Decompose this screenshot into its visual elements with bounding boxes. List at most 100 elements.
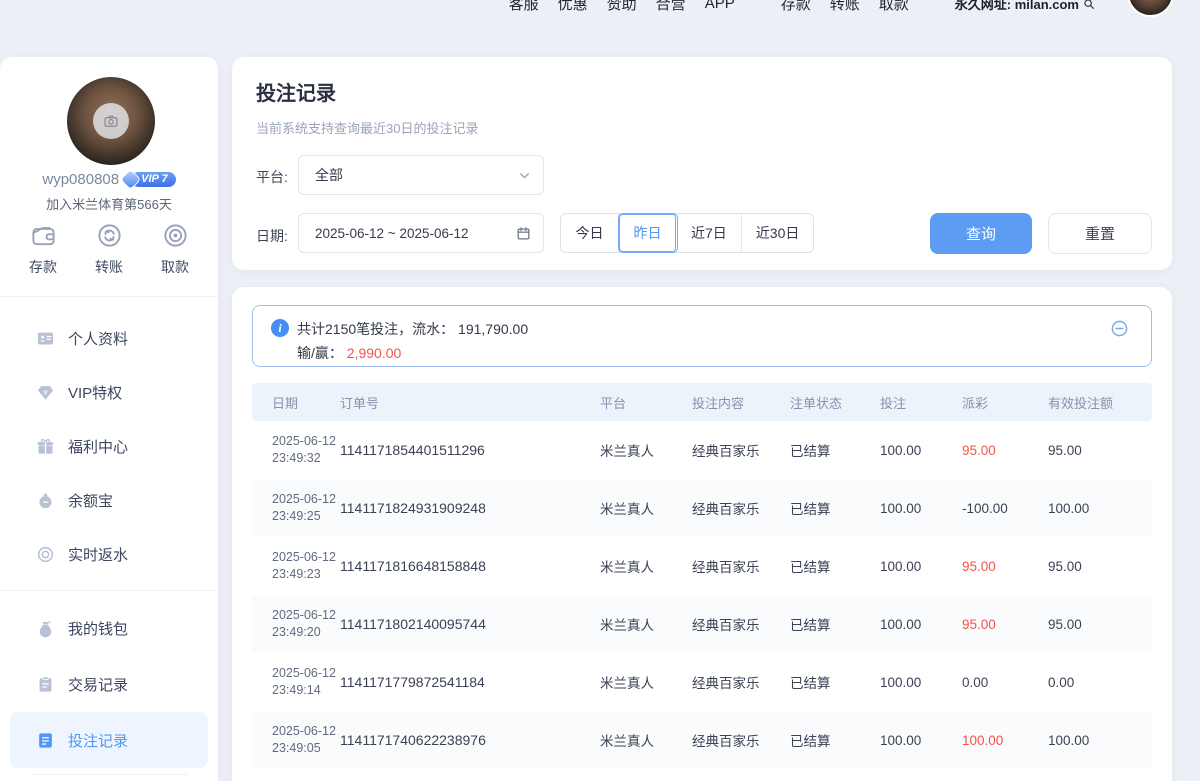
bet-status: 已结算 bbox=[790, 672, 880, 692]
sidebar-item-label: 实时返水 bbox=[68, 544, 128, 565]
summary-bar: i 共计2150笔投注，流水： 191,790.00 输/赢： 2,990.00 bbox=[252, 305, 1152, 367]
col-bet: 投注 bbox=[880, 393, 962, 412]
bet-status: 已结算 bbox=[790, 614, 880, 634]
order-number: 1141171824931909248 bbox=[340, 500, 600, 516]
order-number: 1141171854401511296 bbox=[340, 442, 600, 458]
range-yesterday-button[interactable]: 昨日 bbox=[619, 214, 677, 252]
sidebar-item-label: 余额宝 bbox=[68, 490, 113, 511]
collapse-icon[interactable] bbox=[1110, 319, 1129, 338]
deposit-wallet-icon bbox=[30, 222, 57, 249]
transfer-icon bbox=[96, 222, 123, 249]
range-today-button[interactable]: 今日 bbox=[561, 214, 619, 252]
payout-amount: 100.00 bbox=[962, 733, 1048, 748]
summary-winloss: 输/赢： 2,990.00 bbox=[297, 343, 401, 363]
date-range-input[interactable]: 2025-06-12 ~ 2025-06-12 bbox=[298, 213, 544, 253]
platform-name: 米兰真人 bbox=[600, 614, 692, 634]
gift-icon bbox=[36, 437, 55, 456]
platform-name: 米兰真人 bbox=[600, 440, 692, 460]
bet-status: 已结算 bbox=[790, 730, 880, 750]
bet-status: 已结算 bbox=[790, 556, 880, 576]
platform-label: 平台: bbox=[256, 167, 288, 187]
bet-amount: 100.00 bbox=[880, 617, 962, 632]
payout-amount: 95.00 bbox=[962, 617, 1048, 632]
valid-bet-amount: 0.00 bbox=[1048, 675, 1152, 690]
payout-amount: 95.00 bbox=[962, 559, 1048, 574]
col-platform: 平台 bbox=[600, 393, 692, 412]
nav-transfer[interactable]: 转账 bbox=[830, 0, 860, 14]
sidebar-item-welfare[interactable]: 福利中心 bbox=[10, 419, 208, 473]
camera-icon bbox=[93, 103, 129, 139]
sidebar-item-bet-records[interactable]: 投注记录 bbox=[10, 712, 208, 768]
betting-records-page: 客服 优惠 赞助 合营 APP 存款 转账 取款 永久网址: milan.com… bbox=[0, 0, 1200, 781]
nav-deposit[interactable]: 存款 bbox=[781, 0, 811, 14]
payout-amount: 95.00 bbox=[962, 443, 1048, 458]
table-row: 2025-06-1223:49:23 1141171816648158848 米… bbox=[252, 537, 1152, 595]
order-number: 1141171779872541184 bbox=[340, 674, 600, 690]
sidebar-item-transactions[interactable]: 交易记录 bbox=[10, 656, 208, 712]
user-avatar[interactable] bbox=[67, 77, 155, 165]
order-number: 1141171802140095744 bbox=[340, 616, 600, 632]
bet-time: 23:49:32 bbox=[272, 450, 340, 467]
nav-partnership[interactable]: 合营 bbox=[656, 0, 686, 14]
filter-panel: 投注记录 当前系统支持查询最近30日的投注记录 平台: 全部 日期: 2025-… bbox=[232, 57, 1172, 270]
chevron-down-icon bbox=[518, 169, 531, 182]
quick-action-transfer[interactable]: 转账 bbox=[76, 222, 142, 277]
page-subtitle: 当前系统支持查询最近30日的投注记录 bbox=[256, 118, 478, 137]
sidebar-item-label: 福利中心 bbox=[68, 436, 128, 457]
nav-withdraw[interactable]: 取款 bbox=[879, 0, 909, 14]
payout-amount: 0.00 bbox=[962, 675, 1048, 690]
platform-name: 米兰真人 bbox=[600, 498, 692, 518]
sidebar-item-profile[interactable]: 个人资料 bbox=[10, 311, 208, 365]
membership-days-text: 加入米兰体育第566天 bbox=[0, 194, 218, 213]
table-body: 2025-06-12 23:49:32 1141171854401511296 米… bbox=[252, 421, 1152, 769]
magnifier-icon[interactable] bbox=[1082, 0, 1096, 11]
sidebar: wyp080808 VIP 7 加入米兰体育第566天 存款 转账 取款 bbox=[0, 57, 218, 781]
wallet-icon bbox=[36, 619, 55, 638]
nav-sponsorship[interactable]: 赞助 bbox=[607, 0, 637, 14]
order-number: 1141171740622238976 bbox=[340, 732, 600, 748]
reset-button[interactable]: 重置 bbox=[1048, 213, 1152, 254]
quick-action-deposit[interactable]: 存款 bbox=[10, 222, 76, 277]
top-navigation: 客服 优惠 赞助 合营 APP 存款 转账 取款 永久网址: milan.com bbox=[509, 0, 1096, 14]
transaction-record-icon bbox=[36, 675, 55, 694]
vip-badge: VIP 7 bbox=[124, 172, 176, 187]
nav-promotions[interactable]: 优惠 bbox=[558, 0, 588, 14]
platform-select[interactable]: 全部 bbox=[298, 155, 544, 195]
sidebar-item-label: 我的钱包 bbox=[68, 618, 128, 639]
nav-app[interactable]: APP bbox=[705, 0, 735, 12]
table-row: 2025-06-1223:49:14 1141171779872541184 米… bbox=[252, 653, 1152, 711]
table-header: 日期 订单号 平台 投注内容 注单状态 投注 派彩 有效投注额 bbox=[252, 383, 1152, 421]
nav-customer-service[interactable]: 客服 bbox=[509, 0, 539, 14]
bet-time: 23:49:23 bbox=[272, 566, 340, 583]
search-button[interactable]: 查询 bbox=[930, 213, 1032, 254]
table-row: 2025-06-1223:49:25 1141171824931909248 米… bbox=[252, 479, 1152, 537]
rebate-icon bbox=[36, 545, 55, 564]
quick-action-withdraw[interactable]: 取款 bbox=[142, 222, 208, 277]
sidebar-item-wallet[interactable]: 我的钱包 bbox=[10, 600, 208, 656]
info-icon: i bbox=[271, 319, 289, 337]
withdraw-icon bbox=[162, 222, 189, 249]
table-row: 2025-06-1223:49:05 1141171740622238976 米… bbox=[252, 711, 1152, 769]
bet-date: 2025-06-12 bbox=[272, 665, 340, 682]
bet-record-icon bbox=[36, 731, 55, 750]
date-label: 日期: bbox=[256, 226, 288, 246]
bet-time: 23:49:25 bbox=[272, 508, 340, 525]
table-row: 2025-06-1223:49:20 1141171802140095744 米… bbox=[252, 595, 1152, 653]
bet-date: 2025-06-12 bbox=[272, 607, 340, 624]
range-30days-button[interactable]: 近30日 bbox=[742, 214, 814, 252]
sidebar-item-yuebao[interactable]: 余额宝 bbox=[10, 473, 208, 527]
range-7days-button[interactable]: 近7日 bbox=[677, 214, 742, 252]
permanent-domain-label: 永久网址: milan.com bbox=[955, 0, 1096, 13]
summary-totals: 共计2150笔投注，流水： 191,790.00 bbox=[297, 319, 528, 339]
payout-amount: -100.00 bbox=[962, 501, 1048, 516]
sidebar-item-vip[interactable]: VIP特权 bbox=[10, 365, 208, 419]
sidebar-menu-personal: 个人资料 VIP特权 福利中心 余额宝 实时返水 bbox=[10, 311, 208, 581]
bet-amount: 100.00 bbox=[880, 501, 962, 516]
bet-date: 2025-06-12 bbox=[272, 549, 340, 566]
piggy-bank-icon bbox=[36, 491, 55, 510]
valid-bet-amount: 95.00 bbox=[1048, 559, 1152, 574]
sidebar-item-rebate[interactable]: 实时返水 bbox=[10, 527, 208, 581]
user-avatar-small[interactable] bbox=[1127, 0, 1174, 17]
bet-status: 已结算 bbox=[790, 440, 880, 460]
bet-date: 2025-06-12 bbox=[272, 491, 340, 508]
